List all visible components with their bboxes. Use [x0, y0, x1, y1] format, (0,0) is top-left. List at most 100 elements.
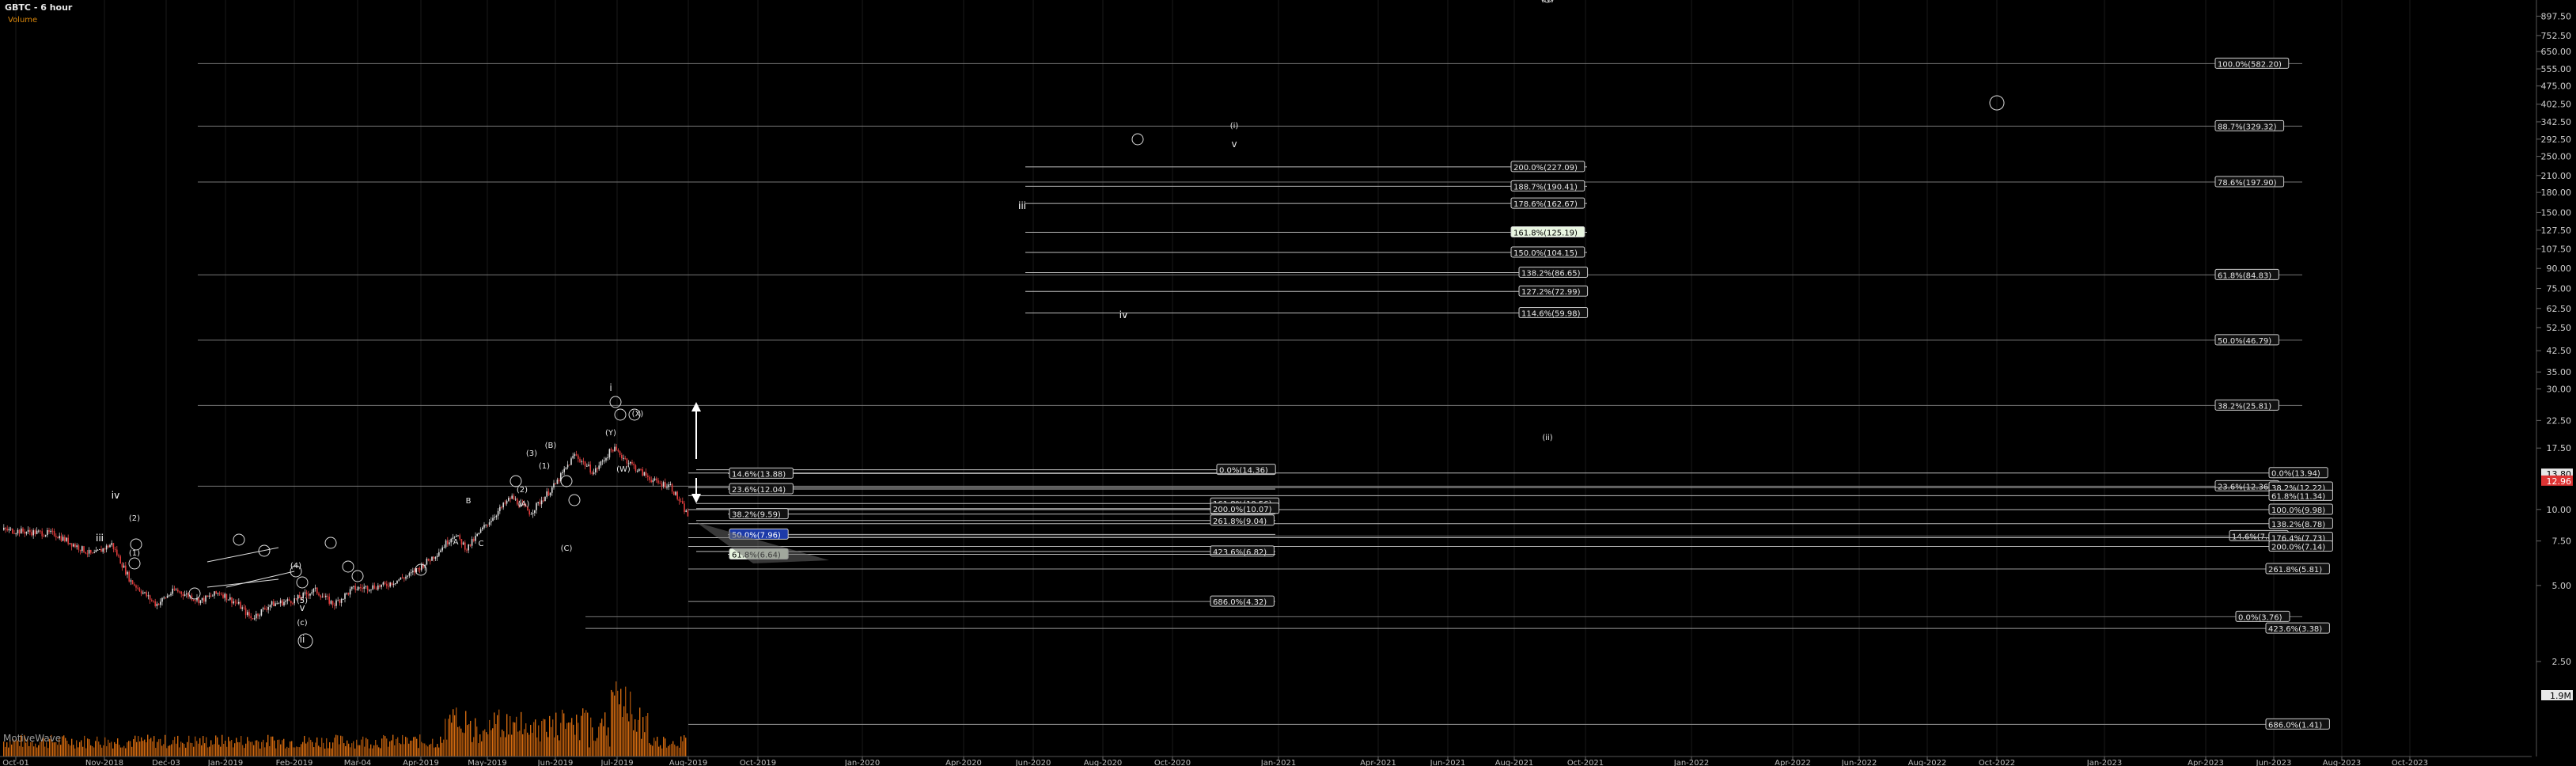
- candle-body: [161, 597, 163, 602]
- candle-body: [271, 601, 273, 605]
- volume-bar: [364, 746, 366, 757]
- candle-body: [318, 593, 320, 596]
- volume-bar: [188, 735, 190, 757]
- candle-body: [584, 461, 586, 467]
- candle-body: [473, 539, 475, 541]
- candle-body: [558, 480, 560, 482]
- volume-bar: [101, 747, 103, 757]
- candle-body: [612, 449, 614, 452]
- candle-body: [231, 597, 233, 604]
- price-tick-label: 292.50: [2541, 135, 2572, 145]
- time-tick-label: Aug-2019: [669, 759, 708, 766]
- volume-bar: [163, 744, 165, 757]
- candle-body: [269, 605, 271, 608]
- price-tick-label: 52.50: [2547, 323, 2572, 333]
- wave-label: (C): [561, 544, 573, 553]
- volume-bar: [79, 741, 81, 757]
- candle-body: [372, 585, 373, 590]
- volume-bar: [641, 738, 642, 757]
- volume-bar: [207, 747, 209, 757]
- volume-bar: [315, 742, 316, 757]
- volume-bar: [424, 743, 426, 757]
- volume-bar: [525, 723, 527, 757]
- price-tick-label: 342.50: [2541, 117, 2572, 127]
- volume-bar: [418, 748, 419, 757]
- candle-body: [112, 543, 115, 549]
- candle-body: [34, 530, 36, 534]
- candle-body: [624, 457, 626, 459]
- candle-body: [147, 595, 150, 597]
- volume-bar: [337, 735, 339, 757]
- wave-label: (1): [129, 549, 140, 558]
- candle-body: [172, 588, 173, 594]
- volume-bar: [329, 742, 331, 757]
- price-chart[interactable]: 100.0%(582.20) 88.7%(329.32) 78.6%(197.90)…: [0, 0, 2576, 766]
- candle-body: [337, 600, 339, 601]
- candle-body: [225, 593, 228, 600]
- volume-bar: [487, 734, 489, 757]
- fib-label: 686.0%(4.32): [1213, 598, 1267, 607]
- volume-bar: [318, 745, 320, 757]
- candle-body: [208, 595, 210, 597]
- volume-bar: [296, 746, 297, 757]
- volume-bar: [486, 732, 487, 757]
- price-tick-label: 42.50: [2547, 346, 2572, 356]
- candle-body: [311, 592, 313, 594]
- candle-body: [685, 510, 687, 512]
- wave-label: v: [1231, 138, 1237, 150]
- price-tick-label: 2.50: [2552, 657, 2572, 667]
- volume-bar: [421, 741, 422, 757]
- wave-label: (2): [517, 486, 528, 495]
- candle-body: [85, 552, 86, 554]
- candle-body: [227, 599, 229, 601]
- candle-body: [184, 594, 186, 597]
- candle-body: [325, 595, 327, 597]
- candle-body: [173, 588, 176, 590]
- volume-bar: [272, 736, 274, 757]
- volume-bar: [187, 741, 188, 757]
- candle-body: [532, 513, 534, 514]
- volume-bar: [191, 742, 193, 757]
- candle-body: [476, 533, 478, 537]
- candle-body: [199, 600, 202, 604]
- volume-bar: [274, 740, 275, 757]
- volume-bar: [198, 743, 199, 757]
- volume-bar: [223, 743, 225, 757]
- volume-bar: [669, 744, 671, 757]
- candle-body: [18, 529, 21, 534]
- volume-bar: [85, 748, 87, 757]
- candle-body: [475, 536, 476, 541]
- volume-bar: [429, 745, 430, 757]
- candle-body: [205, 595, 206, 602]
- volume-bar: [546, 731, 547, 757]
- candle-body: [247, 612, 248, 616]
- fib-label: 200.0%(227.09): [1513, 164, 1578, 173]
- candle-body: [121, 563, 123, 568]
- volume-bar: [161, 745, 163, 757]
- candle-body: [170, 593, 172, 596]
- candle-body: [384, 582, 386, 584]
- volume-bar: [158, 739, 160, 757]
- fib-label: 61.8%(11.34): [2271, 492, 2325, 501]
- candle-body: [445, 540, 447, 548]
- volume-bar: [122, 747, 123, 757]
- volume-bar: [660, 745, 661, 757]
- volume-bar: [35, 743, 36, 757]
- candle-body: [349, 589, 351, 595]
- volume-bar: [8, 747, 9, 757]
- volume-bar: [403, 744, 405, 757]
- candle-body: [166, 595, 169, 598]
- volume-bar: [60, 745, 62, 757]
- volume-bar: [576, 715, 578, 757]
- price-tick-label: 10.00: [2547, 505, 2572, 515]
- price-tick-label: 107.50: [2541, 245, 2572, 255]
- candle-body: [86, 553, 89, 555]
- candle-body: [358, 586, 360, 590]
- volume-bar: [259, 748, 261, 757]
- candle-body: [6, 529, 8, 531]
- candle-body: [543, 500, 544, 502]
- volume-bar: [367, 739, 369, 757]
- candle-body: [627, 463, 630, 465]
- volume-bar: [497, 715, 498, 757]
- candle-body: [482, 527, 483, 529]
